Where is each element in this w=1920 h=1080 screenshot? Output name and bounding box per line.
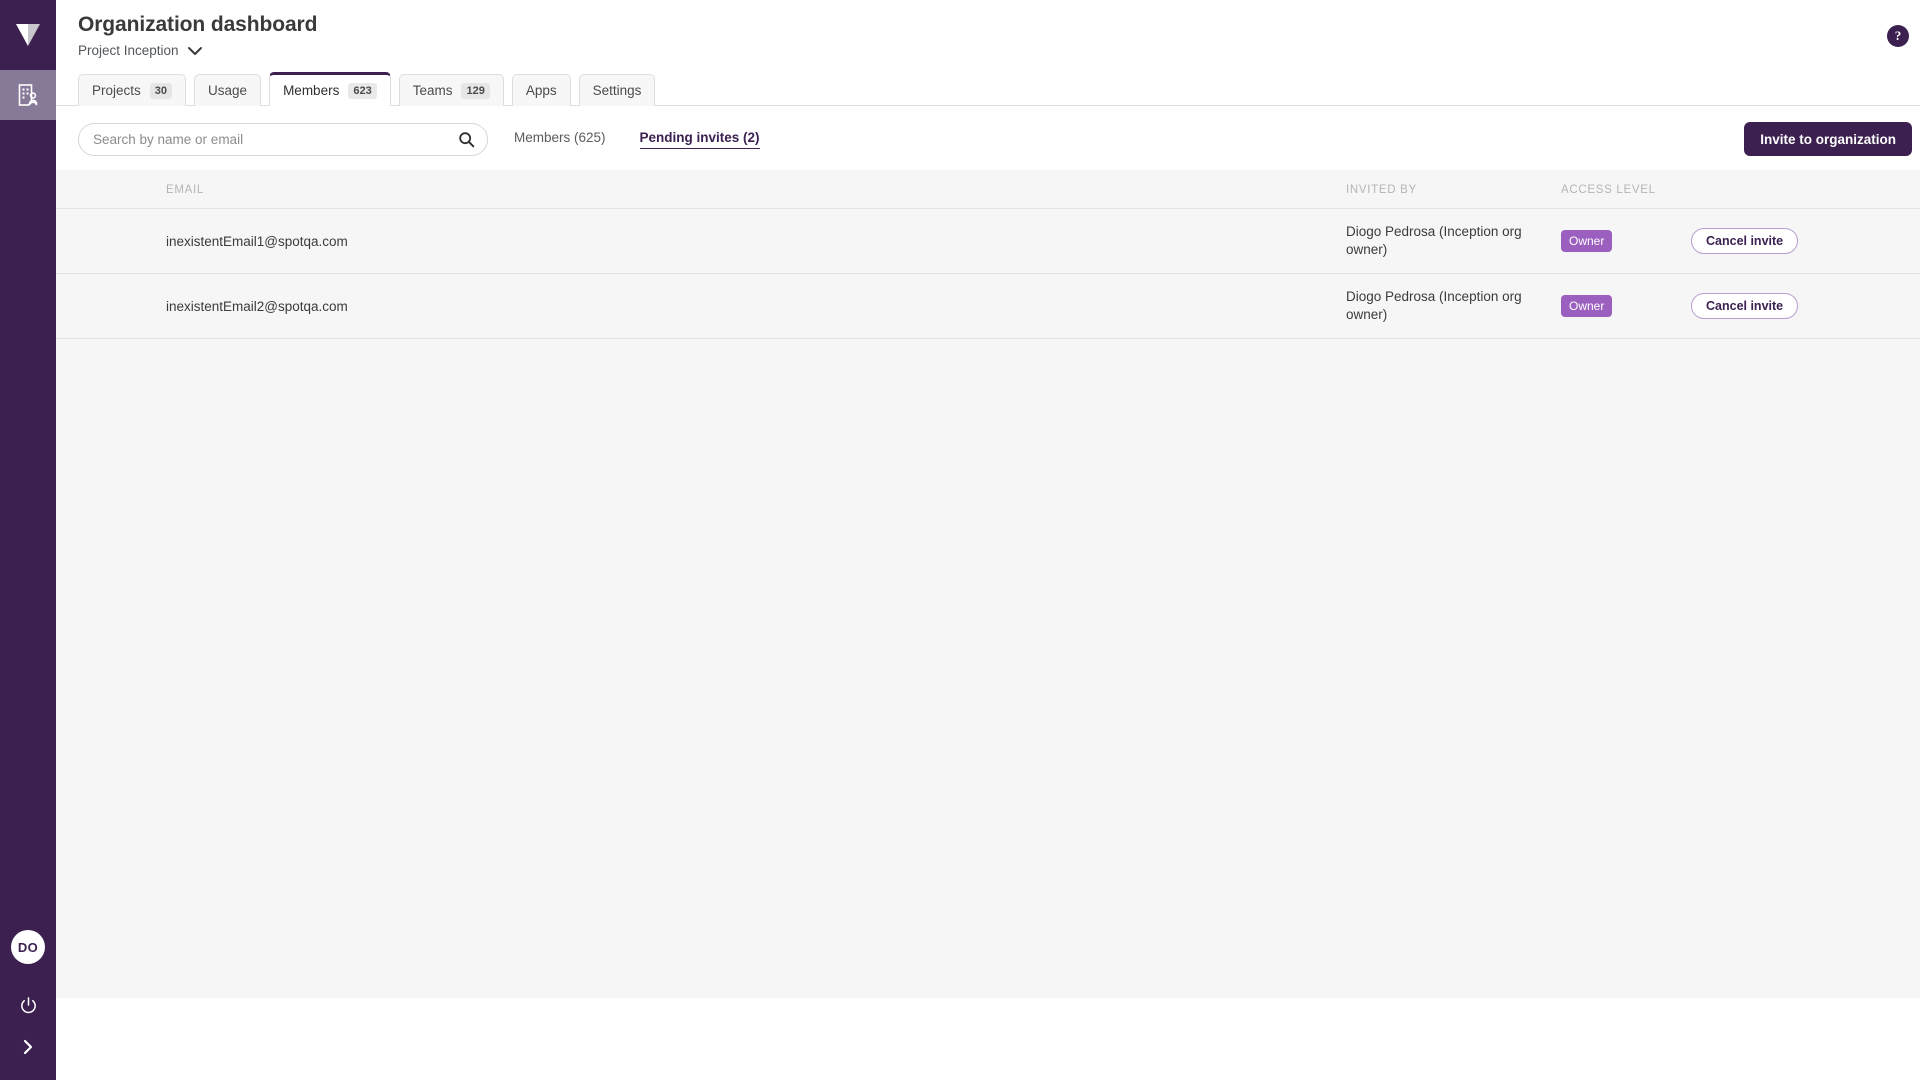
tab-teams-label: Teams xyxy=(413,83,453,98)
organization-building-person-icon xyxy=(17,83,39,107)
pending-invites-table: EMAIL INVITED BY ACCESS LEVEL inexistent… xyxy=(56,170,1920,339)
table-row[interactable]: inexistentEmail2@spotqa.com Diogo Pedros… xyxy=(56,274,1920,339)
tab-members[interactable]: Members 623 xyxy=(269,72,391,106)
tab-projects-count: 30 xyxy=(150,83,172,99)
tab-settings[interactable]: Settings xyxy=(579,74,656,106)
power-icon xyxy=(19,996,38,1015)
search-icon[interactable] xyxy=(458,131,475,148)
pending-invites-table-area: EMAIL INVITED BY ACCESS LEVEL inexistent… xyxy=(56,170,1920,998)
status-badge: Owner xyxy=(1561,230,1612,252)
column-header-access-level: ACCESS LEVEL xyxy=(1561,170,1691,209)
help-button[interactable]: ? xyxy=(1887,25,1909,47)
tab-projects[interactable]: Projects 30 xyxy=(78,74,186,106)
column-header-actions xyxy=(1691,170,1920,209)
cell-invited-by: Diogo Pedrosa (Inception org owner) xyxy=(1346,274,1561,339)
avatar[interactable]: DO xyxy=(11,930,45,964)
subtab-pending-invites[interactable]: Pending invites (2) xyxy=(640,130,760,149)
main-content: Organization dashboard Project Inception… xyxy=(56,0,1920,1080)
chevron-down-icon xyxy=(187,46,203,56)
table-header-row: EMAIL INVITED BY ACCESS LEVEL xyxy=(56,170,1920,209)
tab-usage[interactable]: Usage xyxy=(194,74,261,106)
title-block: Organization dashboard Project Inception xyxy=(78,8,317,59)
tab-projects-label: Projects xyxy=(92,83,141,98)
cell-access-level: Owner xyxy=(1561,209,1691,274)
table-head: EMAIL INVITED BY ACCESS LEVEL xyxy=(56,170,1920,209)
cell-actions: Cancel invite xyxy=(1691,274,1920,339)
tab-usage-label: Usage xyxy=(208,83,247,98)
tab-members-count: 623 xyxy=(348,83,376,99)
cell-invited-by: Diogo Pedrosa (Inception org owner) xyxy=(1346,209,1561,274)
chevron-right-icon xyxy=(20,1038,36,1056)
logout-button[interactable] xyxy=(0,984,56,1026)
tab-settings-label: Settings xyxy=(593,83,642,98)
project-selector[interactable]: Project Inception xyxy=(78,42,317,59)
search-input[interactable] xyxy=(93,132,458,147)
cell-email: inexistentEmail1@spotqa.com xyxy=(56,209,1346,274)
column-header-email: EMAIL xyxy=(56,170,1346,209)
cell-email: inexistentEmail2@spotqa.com xyxy=(56,274,1346,339)
tab-teams[interactable]: Teams 129 xyxy=(399,74,504,106)
status-badge: Owner xyxy=(1561,295,1612,317)
virtuoso-logo-icon xyxy=(14,22,42,48)
search-box[interactable] xyxy=(78,123,488,156)
tab-teams-count: 129 xyxy=(461,83,489,99)
sidebar: DO xyxy=(0,0,56,1080)
cell-access-level: Owner xyxy=(1561,274,1691,339)
subtab-members[interactable]: Members (625) xyxy=(514,130,606,148)
tab-apps-label: Apps xyxy=(526,83,557,98)
sub-tab-bar: Members (625) Pending invites (2) xyxy=(514,130,760,149)
cell-actions: Cancel invite xyxy=(1691,209,1920,274)
cancel-invite-button[interactable]: Cancel invite xyxy=(1691,293,1798,319)
project-name: Project Inception xyxy=(78,42,179,59)
tab-bar: Projects 30 Usage Members 623 Teams 129 … xyxy=(56,70,1920,106)
page-title: Organization dashboard xyxy=(78,12,317,38)
app-logo[interactable] xyxy=(0,0,56,70)
table-body: inexistentEmail1@spotqa.com Diogo Pedros… xyxy=(56,209,1920,339)
cancel-invite-button[interactable]: Cancel invite xyxy=(1691,228,1798,254)
app-root: DO Organization dashboard Project Incept… xyxy=(0,0,1920,1080)
toolbar: Members (625) Pending invites (2) Invite… xyxy=(56,106,1920,170)
topbar: Organization dashboard Project Inception… xyxy=(56,0,1920,70)
column-header-invited-by: INVITED BY xyxy=(1346,170,1561,209)
table-row[interactable]: inexistentEmail1@spotqa.com Diogo Pedros… xyxy=(56,209,1920,274)
tab-apps[interactable]: Apps xyxy=(512,74,571,106)
tab-members-label: Members xyxy=(283,83,339,98)
expand-sidebar-button[interactable] xyxy=(0,1026,56,1068)
invite-to-organization-button[interactable]: Invite to organization xyxy=(1744,122,1912,156)
sidebar-item-organization[interactable] xyxy=(0,70,56,120)
